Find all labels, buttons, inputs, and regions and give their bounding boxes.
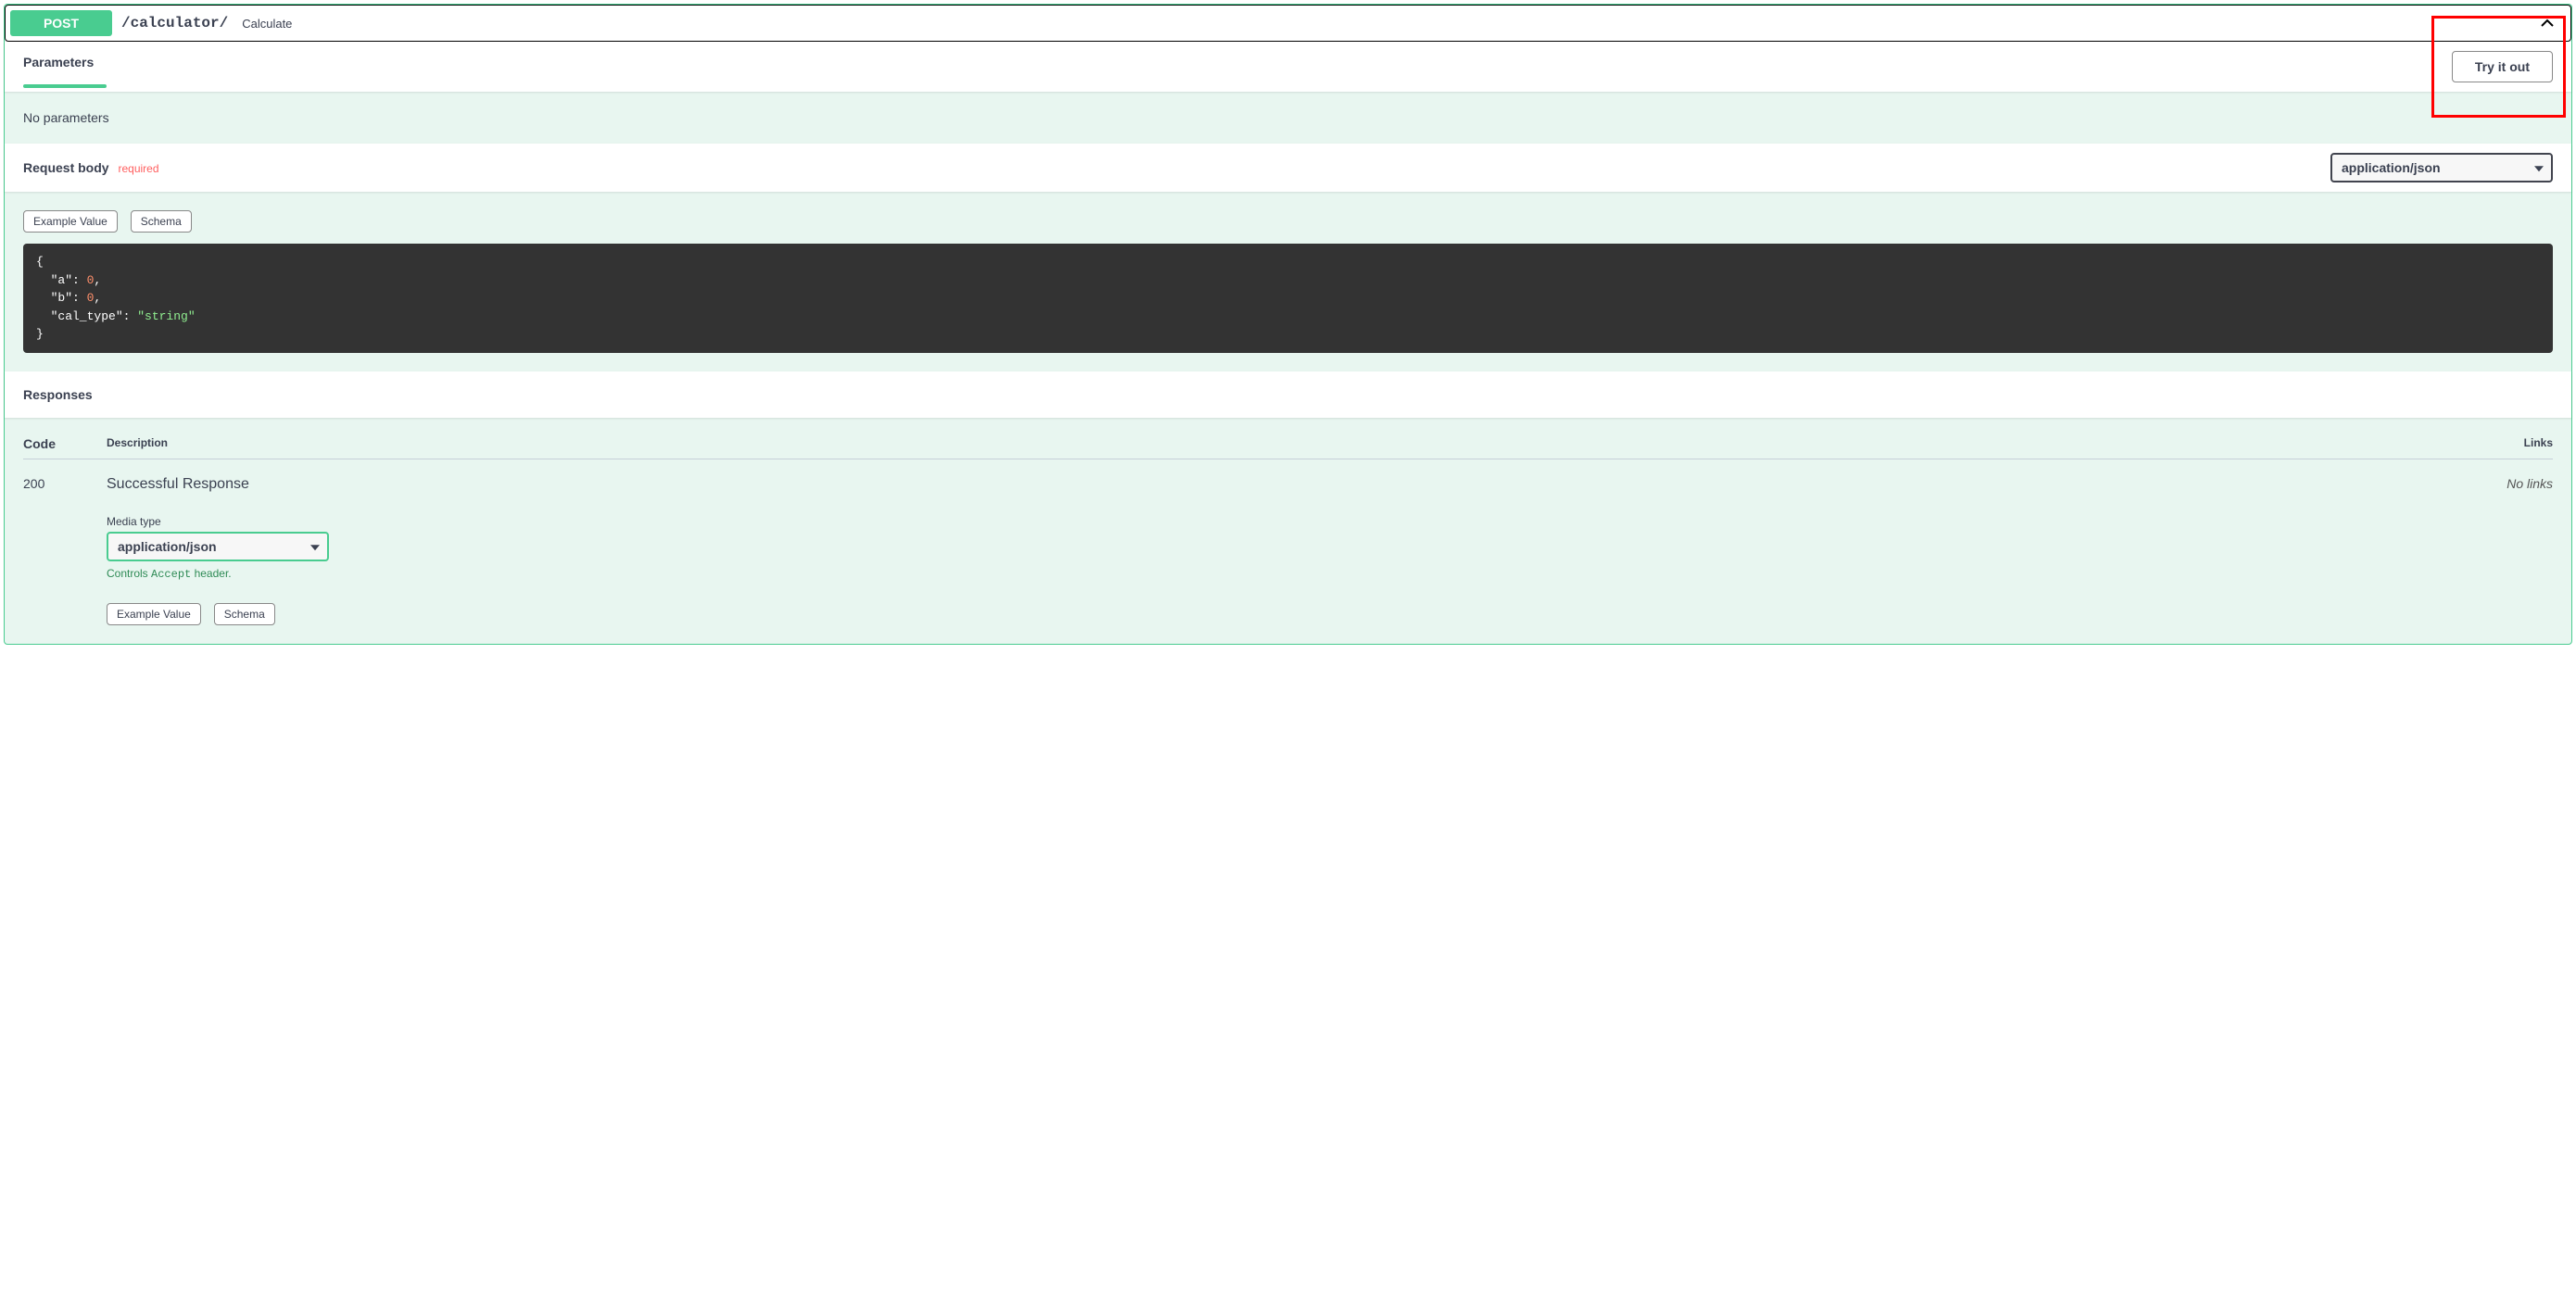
- response-links: No links: [2479, 476, 2553, 625]
- request-body-tabs: Example Value Schema: [23, 210, 2553, 233]
- response-tab-example-value[interactable]: Example Value: [107, 603, 201, 625]
- endpoint-description: Calculate: [237, 17, 297, 31]
- parameters-header: Parameters Try it out: [5, 42, 2571, 92]
- col-description: Description: [107, 436, 2479, 451]
- no-parameters-text: No parameters: [5, 92, 2571, 144]
- endpoint-path: /calculator/: [112, 15, 237, 31]
- http-method-badge: POST: [10, 10, 112, 36]
- request-body-header: Request body required application/json: [5, 144, 2571, 192]
- request-body-example-code[interactable]: { "a": 0, "b": 0, "cal_type": "string" }: [23, 244, 2553, 353]
- tab-example-value[interactable]: Example Value: [23, 210, 118, 233]
- response-code: 200: [23, 476, 107, 625]
- response-description-cell: Successful Response Media type applicati…: [107, 476, 2479, 625]
- request-body-title: Request body required: [23, 160, 159, 175]
- opblock-body: Parameters Try it out No parameters Requ…: [5, 42, 2571, 644]
- response-description-text: Successful Response: [107, 476, 2479, 493]
- tab-schema[interactable]: Schema: [131, 210, 192, 233]
- response-row: 200 Successful Response Media type appli…: [23, 459, 2553, 625]
- parameters-title: Parameters: [23, 55, 107, 69]
- col-links: Links: [2479, 436, 2553, 451]
- accept-header-hint: Controls Accept header.: [107, 567, 2479, 581]
- response-media-type-select[interactable]: application/json: [107, 532, 329, 561]
- response-tab-schema[interactable]: Schema: [214, 603, 275, 625]
- required-badge: required: [112, 162, 158, 175]
- opblock-summary[interactable]: POST /calculator/ Calculate: [5, 5, 2571, 42]
- responses-columns: Code Description Links: [23, 436, 2553, 459]
- chevron-up-icon[interactable]: [2538, 14, 2557, 32]
- opblock-post: POST /calculator/ Calculate Parameters T…: [4, 4, 2572, 645]
- responses-table: Code Description Links 200 Successful Re…: [5, 418, 2571, 644]
- try-it-out-button[interactable]: Try it out: [2452, 51, 2553, 82]
- media-type-label: Media type: [107, 515, 2479, 528]
- responses-title: Responses: [23, 387, 93, 402]
- col-code: Code: [23, 436, 107, 451]
- request-body-section: Example Value Schema { "a": 0, "b": 0, "…: [5, 192, 2571, 371]
- active-tab-underline: [23, 84, 107, 88]
- request-content-type-select[interactable]: application/json: [2330, 153, 2553, 182]
- response-tabs: Example Value Schema: [107, 603, 2479, 625]
- responses-header: Responses: [5, 371, 2571, 418]
